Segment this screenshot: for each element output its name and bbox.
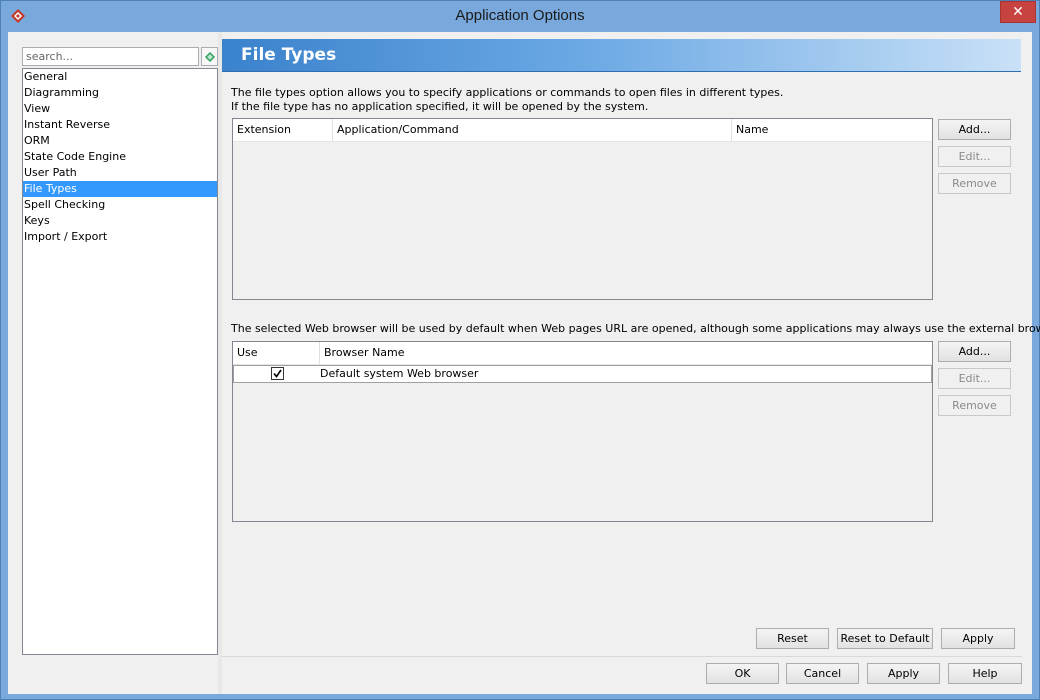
sidebar-item-orm[interactable]: ORM [23,133,217,149]
dialog-body: GeneralDiagrammingViewInstant ReverseORM… [8,32,1040,694]
file-types-description-line2: If the file type has no application spec… [231,100,649,113]
search-input[interactable] [22,47,199,66]
sidebar-item-spell-checking[interactable]: Spell Checking [23,197,217,213]
browser-edit-button[interactable]: Edit... [938,368,1011,389]
browser-add-button[interactable]: Add... [938,341,1011,362]
panel-banner: File Types [222,39,1021,72]
file-type-edit-button[interactable]: Edit... [938,146,1011,167]
browser-name-cell: Default system Web browser [320,367,479,380]
file-types-table[interactable]: Extension Application/Command Name [232,118,933,300]
column-header-use[interactable]: Use [233,342,320,364]
browser-table[interactable]: Use Browser Name Default system Web brow… [232,341,933,522]
search-button[interactable] [201,47,218,66]
close-button[interactable]: ✕ [1000,1,1036,23]
reset-to-default-button[interactable]: Reset to Default [837,628,933,649]
column-header-browser-name[interactable]: Browser Name [320,342,932,364]
panel-apply-button[interactable]: Apply [941,628,1015,649]
column-header-application-command[interactable]: Application/Command [333,119,732,141]
file-types-table-header: Extension Application/Command Name [233,119,932,142]
file-type-add-button[interactable]: Add... [938,119,1011,140]
sidebar-item-diagramming[interactable]: Diagramming [23,85,217,101]
window-title: Application Options [455,7,585,24]
panel-title: File Types [241,45,337,65]
column-header-name[interactable]: Name [732,119,932,141]
browser-remove-button[interactable]: Remove [938,395,1011,416]
sidebar-item-keys[interactable]: Keys [23,213,217,229]
title-bar[interactable]: Application Options ✕ [1,1,1039,32]
reset-button[interactable]: Reset [756,628,829,649]
ok-button[interactable]: OK [706,663,779,684]
sidebar-item-file-types[interactable]: File Types [23,181,217,197]
sidebar-item-general[interactable]: General [23,69,217,85]
browser-table-header: Use Browser Name [233,342,932,365]
footer-divider [222,656,1022,657]
cancel-button[interactable]: Cancel [786,663,859,684]
file-types-panel: File Types The file types option allows … [222,39,1040,659]
dialog-apply-button[interactable]: Apply [867,663,940,684]
sidebar-item-instant-reverse[interactable]: Instant Reverse [23,117,217,133]
sidebar-item-user-path[interactable]: User Path [23,165,217,181]
sidebar-item-state-code-engine[interactable]: State Code Engine [23,149,217,165]
help-button[interactable]: Help [948,663,1022,684]
options-category-list[interactable]: General Diagramming View Instant Reverse ORM… [22,68,218,655]
sidebar-item-import-export[interactable]: Import / Export [23,229,217,245]
table-row[interactable]: Default system Web browser [233,365,932,383]
file-types-description-line1: The file types option allows you to spec… [231,86,784,99]
application-options-window: Application Options ✕ GeneralDiagramming… [0,0,1040,700]
use-checkbox[interactable] [271,367,284,380]
close-icon: ✕ [1012,4,1024,20]
column-header-extension[interactable]: Extension [233,119,333,141]
file-type-remove-button[interactable]: Remove [938,173,1011,194]
options-navigation: GeneralDiagrammingViewInstant ReverseORM… [20,39,218,657]
browser-description: The selected Web browser will be used by… [231,322,1040,335]
sidebar-item-view[interactable]: View [23,101,217,117]
